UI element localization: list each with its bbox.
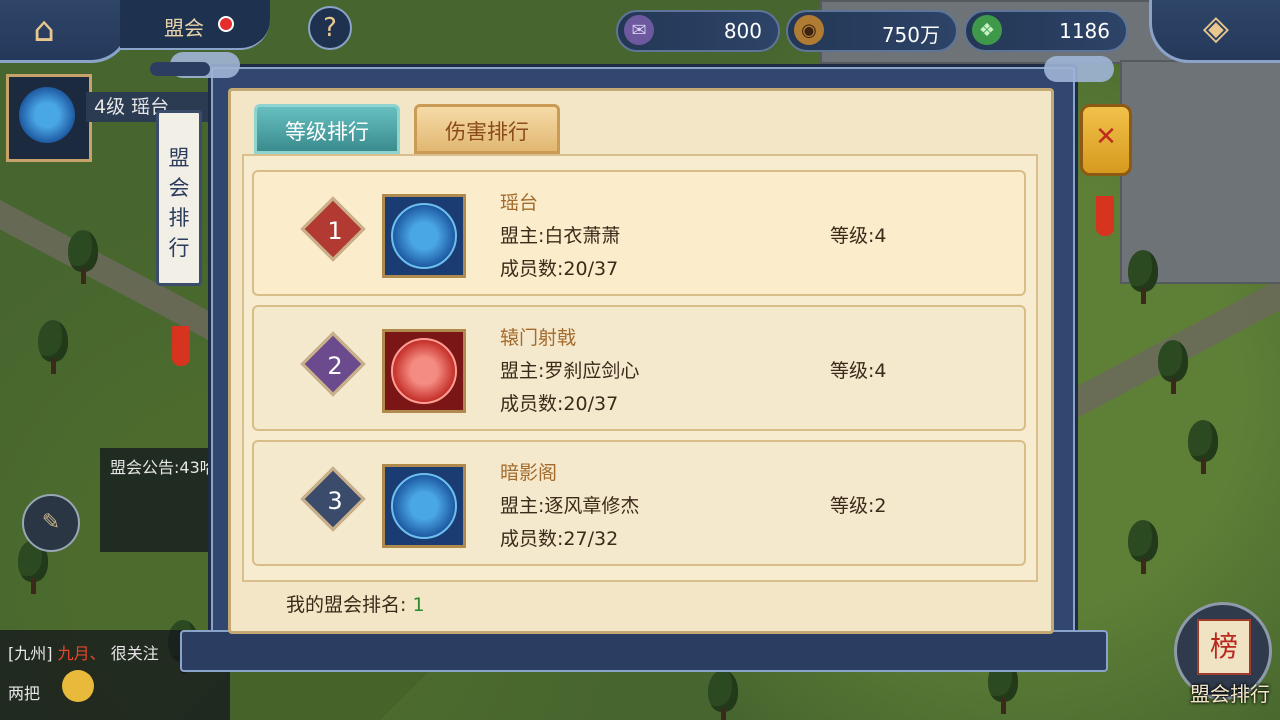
- tassel-icon: [1096, 196, 1114, 236]
- red-phoenix-icon: [382, 329, 466, 413]
- resource-scroll[interactable]: ✉ 800: [616, 10, 780, 52]
- resource-scroll-value: 800: [723, 19, 762, 43]
- cloud-back-icon: ◈: [1202, 8, 1230, 48]
- ranking-row[interactable]: 3 暗影阁 盟主:逐风章修杰 成员数:27/32 等级:2: [252, 440, 1026, 566]
- blue-dragon-icon: [382, 464, 466, 548]
- side-banner: 盟会排行: [156, 110, 202, 286]
- alliance-name: 暗影阁: [500, 462, 558, 484]
- notification-dot-icon: [218, 16, 234, 32]
- chat-line: [九州] 九月、 很关注: [8, 640, 159, 664]
- resource-jade[interactable]: ❖ 1186: [964, 10, 1128, 52]
- ranking-board-icon: 榜: [1197, 619, 1251, 675]
- scroll-rod: [150, 62, 210, 76]
- quill-icon[interactable]: ✎: [22, 494, 80, 552]
- resource-coin-value: 750万: [881, 23, 940, 47]
- chat-user: 九月、: [57, 644, 106, 663]
- alliance-emblem[interactable]: [6, 74, 92, 162]
- chat-text: 很关注: [110, 644, 159, 663]
- my-rank-label: 我的盟会排名:: [286, 594, 413, 616]
- alliance-members: 成员数:20/37: [500, 393, 619, 415]
- rank-number: 3: [327, 487, 343, 515]
- jade-icon: ❖: [972, 15, 1002, 45]
- alliance-level: 等级:4: [830, 225, 887, 247]
- my-alliance-rank: 我的盟会排名: 1: [286, 590, 425, 617]
- blue-dragon-icon: [19, 87, 75, 143]
- tab-level-ranking[interactable]: 等级排行: [254, 104, 400, 154]
- alliance-name: 瑶台: [500, 192, 539, 214]
- alliance-leader: 盟主:逐风章修杰: [500, 495, 640, 517]
- ranking-row[interactable]: 2 辕门射戟 盟主:罗刹应剑心 成员数:20/37 等级:4: [252, 305, 1026, 431]
- emoji-icon: [62, 670, 94, 702]
- blue-dragon-icon: [382, 194, 466, 278]
- home-button[interactable]: ⌂: [0, 0, 131, 63]
- rank-number: 2: [327, 352, 343, 380]
- tab-damage-ranking[interactable]: 伤害排行: [414, 104, 560, 154]
- alliance-leader: 盟主:白衣萧萧: [500, 225, 621, 247]
- alliance-name: 辕门射戟: [500, 327, 577, 349]
- lantern-icon: ✕: [1080, 104, 1132, 176]
- pavilion-icon: ⌂: [33, 10, 55, 50]
- help-button[interactable]: ?: [308, 6, 352, 50]
- tassel-icon: [172, 326, 190, 366]
- my-rank-value: 1: [412, 594, 425, 616]
- alliance-leader: 盟主:罗刹应剑心: [500, 360, 640, 382]
- ranking-row[interactable]: 1 瑶台 盟主:白衣萧萧 成员数:20/37 等级:4: [252, 170, 1026, 296]
- back-button[interactable]: ◈: [1149, 0, 1280, 63]
- resource-coin[interactable]: ◉ 750万: [786, 10, 958, 52]
- cloud-ornament-icon: [1044, 56, 1114, 82]
- dialog-frame-base: [180, 630, 1108, 672]
- alliance-level: 等级:4: [830, 360, 887, 382]
- alliance-members: 成员数:20/37: [500, 258, 619, 280]
- coin-icon: ◉: [794, 15, 824, 45]
- rank-number: 1: [327, 217, 343, 245]
- chat-channel: [九州]: [8, 644, 53, 663]
- alliance-title-tab[interactable]: 盟会: [120, 0, 270, 50]
- alliance-members: 成员数:27/32: [500, 528, 619, 550]
- alliance-level: 等级:2: [830, 495, 887, 517]
- alliance-title-label: 盟会: [164, 16, 204, 40]
- scroll-icon: ✉: [624, 15, 654, 45]
- chat-line: 两把: [8, 684, 41, 703]
- resource-jade-value: 1186: [1059, 19, 1110, 43]
- alliance-ranking-button-label: 盟会排行: [1190, 682, 1270, 706]
